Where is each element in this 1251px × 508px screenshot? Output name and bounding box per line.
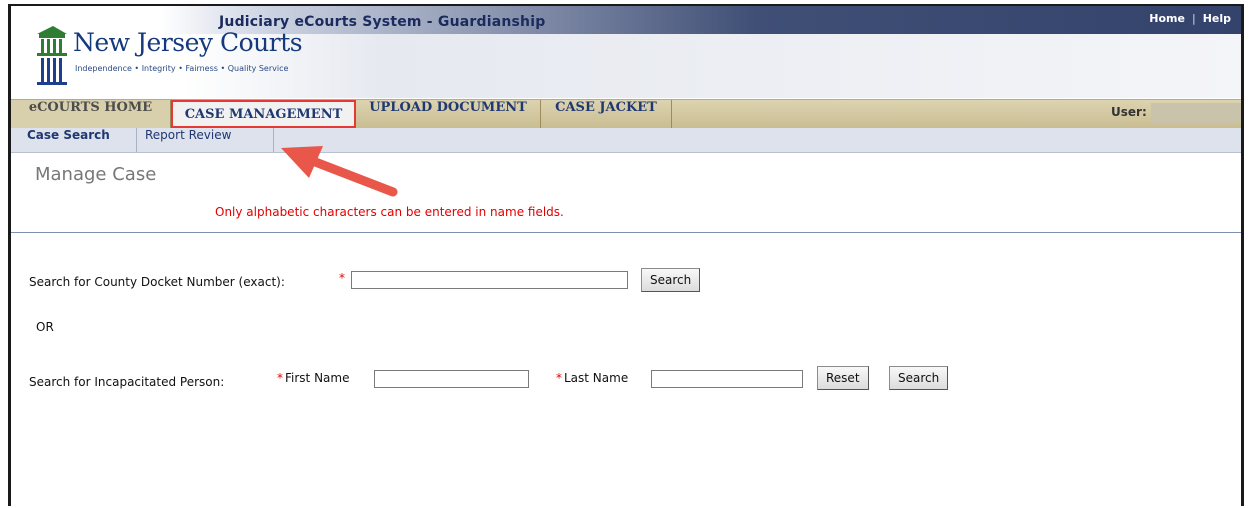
required-marker: *: [339, 271, 345, 285]
docket-number-input[interactable]: [351, 271, 628, 289]
page-title: Manage Case: [35, 164, 157, 185]
subnav-report-review[interactable]: Report Review: [137, 128, 274, 152]
docket-search-button[interactable]: Search: [641, 268, 701, 292]
first-name-input[interactable]: [374, 370, 529, 388]
logo-name: New Jersey Courts: [73, 28, 303, 57]
first-name-label: * First Name: [277, 371, 349, 385]
user-name-redacted: [1151, 103, 1241, 123]
tab-case-management[interactable]: CASE MANAGEMENT: [171, 100, 356, 128]
reset-button[interactable]: Reset: [817, 366, 869, 390]
or-label: OR: [36, 320, 54, 334]
subnav-case-search[interactable]: Case Search: [11, 128, 137, 152]
last-name-label: * Last Name: [556, 371, 628, 385]
home-link[interactable]: Home: [1149, 12, 1185, 25]
help-link[interactable]: Help: [1203, 12, 1231, 25]
nj-courts-logo: New Jersey Courts Independence • Integri…: [31, 22, 321, 96]
logo-tagline: Independence • Integrity • Fairness • Qu…: [75, 64, 289, 73]
sub-nav: Case Search Report Review: [11, 128, 1241, 153]
annotation-arrow-icon: [281, 146, 398, 197]
title-bar: Judiciary eCourts System - Guardianship …: [161, 6, 1241, 34]
person-search-label: Search for Incapacitated Person:: [29, 375, 225, 389]
header: Judiciary eCourts System - Guardianship …: [11, 6, 1241, 98]
user-label: User:: [1111, 105, 1147, 119]
last-name-text: Last Name: [564, 371, 629, 385]
app-window: Judiciary eCourts System - Guardianship …: [8, 4, 1244, 506]
courthouse-icon: [37, 26, 67, 85]
person-search-button[interactable]: Search: [889, 366, 949, 390]
required-marker: *: [556, 371, 562, 385]
last-name-input[interactable]: [651, 370, 803, 388]
tab-case-jacket[interactable]: CASE JACKET: [541, 100, 672, 128]
validation-message: Only alphabetic characters can be entere…: [215, 205, 564, 219]
first-name-text: First Name: [285, 371, 350, 385]
docket-search-label: Search for County Docket Number (exact):: [29, 275, 285, 289]
required-marker: *: [277, 371, 283, 385]
tab-upload-document[interactable]: UPLOAD DOCUMENT: [356, 100, 541, 128]
section-divider: [11, 232, 1241, 233]
top-links: Home | Help: [1149, 12, 1231, 25]
tab-ecourts-home[interactable]: eCOURTS HOME: [11, 100, 171, 128]
link-separator: |: [1191, 12, 1196, 25]
main-nav: eCOURTS HOME CASE MANAGEMENT UPLOAD DOCU…: [11, 99, 1241, 129]
